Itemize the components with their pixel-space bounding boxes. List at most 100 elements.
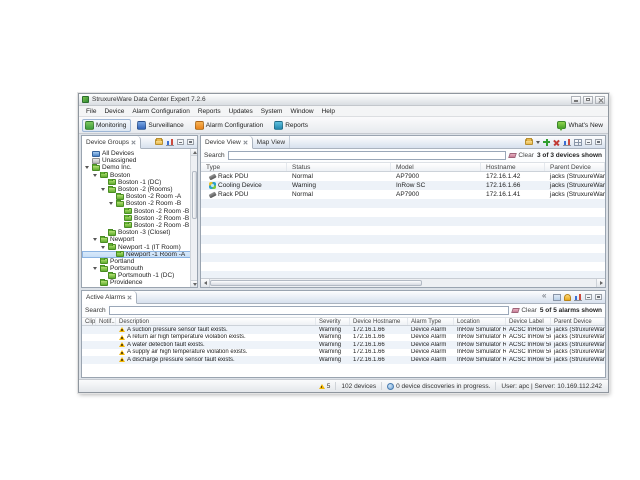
tab-active-alarms[interactable]: Active Alarms <box>82 291 137 304</box>
group-actions-icon[interactable] <box>525 139 533 145</box>
close-icon[interactable] <box>131 140 136 145</box>
device-search-input[interactable] <box>228 151 507 160</box>
delete-device-icon[interactable] <box>553 139 560 146</box>
minimize-panel-icon[interactable] <box>177 139 184 145</box>
alarm-row[interactable]: A supply air high temperature violation … <box>82 349 605 357</box>
folder-icon[interactable] <box>155 139 163 145</box>
perspective-button[interactable]: Surveillance <box>134 119 188 132</box>
device-clear-button[interactable]: Clear <box>509 152 534 159</box>
tree-item[interactable]: Boston -2 Room -B Rack -2 <box>82 215 197 222</box>
expander-icon[interactable] <box>101 273 106 278</box>
perspective-button[interactable]: Monitoring <box>82 119 131 132</box>
tree-item[interactable]: Portland <box>82 258 197 265</box>
close-icon[interactable] <box>127 295 132 300</box>
column-header[interactable]: Type <box>201 163 287 171</box>
tree-item[interactable]: Boston -2 Room -B <box>82 200 197 207</box>
minimize-panel-icon[interactable] <box>585 139 592 145</box>
collapse-left-icon[interactable] <box>542 294 550 300</box>
tab-device-groups[interactable]: Device Groups <box>82 136 141 149</box>
column-header[interactable]: Description <box>116 318 316 325</box>
perspective-button[interactable]: Reports <box>271 119 313 132</box>
expander-icon[interactable] <box>93 280 98 285</box>
maximize-panel-icon[interactable] <box>595 294 602 300</box>
expander-icon[interactable] <box>85 158 90 163</box>
perspective-button[interactable]: Alarm Configuration <box>192 119 268 132</box>
column-header[interactable]: Alarm Type <box>408 318 454 325</box>
scroll-left-icon[interactable] <box>201 279 210 287</box>
close-icon[interactable] <box>595 96 605 104</box>
tab-device-view[interactable]: Device View <box>201 136 253 149</box>
device-row[interactable]: Rack PDU Normal AP7900 172.16.1.42 jacks… <box>201 172 605 181</box>
tree-scrollbar[interactable] <box>190 149 197 287</box>
column-header[interactable]: Device Label <box>506 318 551 325</box>
tree-item[interactable]: Portsmouth -1 (DC) <box>82 272 197 279</box>
tree-item[interactable]: Boston <box>82 172 197 179</box>
expander-icon[interactable] <box>117 209 122 214</box>
expander-icon[interactable] <box>101 187 106 192</box>
chart-icon[interactable] <box>166 139 174 146</box>
column-header[interactable]: Model <box>391 163 481 171</box>
column-header[interactable]: Device Hostname <box>350 318 408 325</box>
chevron-down-icon[interactable] <box>536 141 540 144</box>
tree-item[interactable]: Boston -2 Room -A <box>82 193 197 200</box>
menu-item[interactable]: Reports <box>194 108 225 115</box>
expander-icon[interactable] <box>109 201 114 206</box>
tab-map-view[interactable]: Map View <box>253 136 290 148</box>
tree-item[interactable]: Providence <box>82 279 197 286</box>
add-device-icon[interactable] <box>543 139 550 146</box>
expander-icon[interactable] <box>101 180 106 185</box>
column-header[interactable]: Status <box>287 163 391 171</box>
menu-item[interactable]: Alarm Configuration <box>128 108 193 115</box>
maximize-panel-icon[interactable] <box>187 139 194 145</box>
menu-item[interactable]: Help <box>318 108 339 115</box>
tree-item[interactable]: Boston -2 (Rooms) <box>82 186 197 193</box>
menu-item[interactable]: File <box>82 108 100 115</box>
tree-item[interactable]: Demo Inc. <box>82 164 197 171</box>
chart-icon[interactable] <box>563 139 571 146</box>
scroll-up-icon[interactable] <box>191 149 197 156</box>
scrollbar-thumb[interactable] <box>210 280 422 286</box>
titlebar[interactable]: StruxureWare Data Center Expert 7.2.6 <box>79 94 608 106</box>
expander-icon[interactable] <box>101 230 106 235</box>
maximize-icon[interactable] <box>583 96 593 104</box>
image-icon[interactable] <box>553 294 561 301</box>
menu-item[interactable]: Updates <box>225 108 257 115</box>
scrollbar-thumb[interactable] <box>192 171 197 219</box>
tree-item[interactable]: Boston -2 Room -B Rack -3 <box>82 222 197 229</box>
tree-item[interactable]: Boston -3 (Closet) <box>82 229 197 236</box>
alarm-row[interactable]: A discharge pressure sensor fault exists… <box>82 356 605 364</box>
alarm-clear-button[interactable]: Clear <box>512 307 537 314</box>
expander-icon[interactable] <box>93 173 98 178</box>
device-h-scrollbar[interactable] <box>201 278 605 287</box>
expander-icon[interactable] <box>109 194 114 199</box>
expander-icon[interactable] <box>109 252 114 257</box>
tree-item[interactable]: Portsmouth <box>82 265 197 272</box>
column-header[interactable]: Parent Device <box>545 163 605 171</box>
alarm-summary[interactable]: 5 <box>319 383 331 390</box>
tree-item[interactable]: All Devices <box>82 150 197 157</box>
scroll-down-icon[interactable] <box>191 280 197 287</box>
tree-item[interactable]: Newport -1 (IT Room) <box>82 243 197 250</box>
scrollbar-track[interactable] <box>210 279 596 287</box>
chart-icon[interactable] <box>574 294 582 301</box>
alarm-row[interactable]: A water detection fault exists. Warning … <box>82 341 605 349</box>
minimize-icon[interactable] <box>571 96 581 104</box>
column-header[interactable]: Parent Device <box>551 318 605 325</box>
menu-item[interactable]: Window <box>286 108 317 115</box>
tree-item[interactable]: Boston -1 (DC) <box>82 179 197 186</box>
column-header[interactable]: Hostname <box>481 163 545 171</box>
alarm-row[interactable]: A return air high temperature violation … <box>82 334 605 342</box>
table-view-icon[interactable] <box>574 139 582 146</box>
tree-item[interactable]: Newport <box>82 236 197 243</box>
expander-icon[interactable] <box>85 165 90 170</box>
column-header[interactable]: Severity <box>316 318 350 325</box>
device-row[interactable]: Rack PDU Normal AP7900 172.16.1.41 jacks… <box>201 190 605 199</box>
maximize-panel-icon[interactable] <box>595 139 602 145</box>
alarm-search-input[interactable] <box>109 306 510 315</box>
tree-item[interactable]: Boston -2 Room -B Rack -1 <box>82 208 197 215</box>
expander-icon[interactable] <box>117 216 122 221</box>
column-header[interactable]: Location <box>454 318 506 325</box>
expander-icon[interactable] <box>101 245 106 250</box>
discovery-status[interactable]: 0 device discoveries in progress. <box>387 383 490 390</box>
tree-item[interactable]: Newport -1 Room -A <box>82 251 197 258</box>
